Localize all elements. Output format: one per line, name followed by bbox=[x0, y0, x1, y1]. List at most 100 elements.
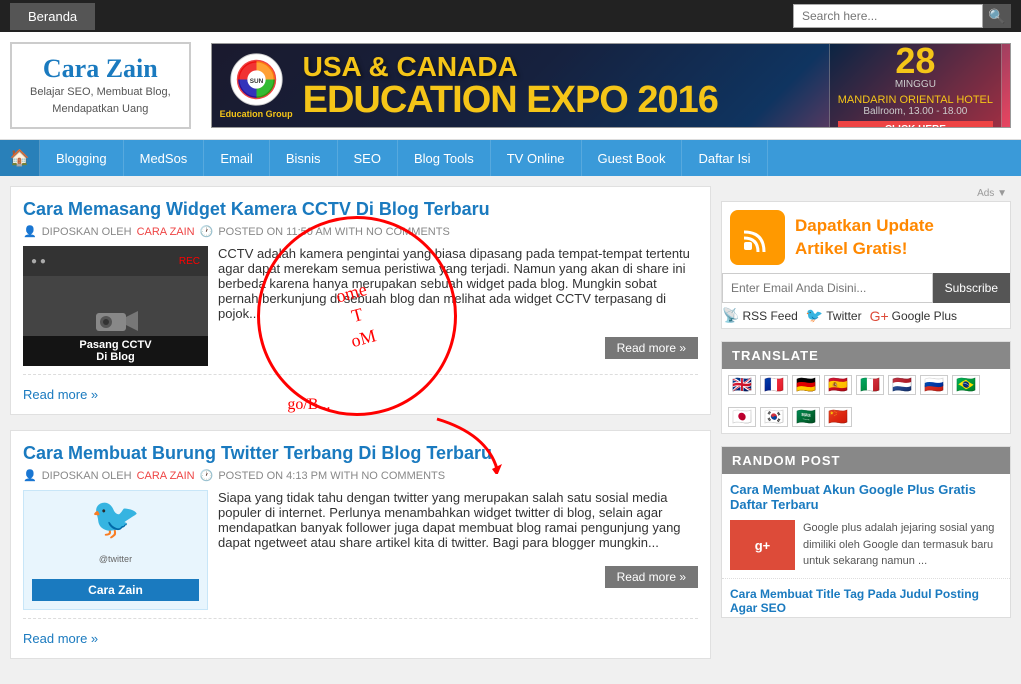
svg-text:SUN: SUN bbox=[249, 78, 263, 85]
flag-nl[interactable]: 🇳🇱 bbox=[888, 375, 916, 395]
banner-hotel: MANDARIN ORIENTAL HOTEL bbox=[838, 94, 993, 106]
nav-item-bisnis[interactable]: Bisnis bbox=[270, 140, 338, 176]
banner-mid: USA & CANADA EDUCATION EXPO 2016 bbox=[303, 53, 829, 119]
rss-label: RSS Feed bbox=[742, 309, 797, 323]
twitter-label: Cara Zain bbox=[32, 579, 199, 601]
banner-left: SUN SUN Education Group bbox=[220, 52, 293, 119]
article-1-meta-prefix: DIPOSKAN OLEH bbox=[42, 226, 132, 238]
article-1-read-more-btn[interactable]: Read more » bbox=[605, 337, 698, 359]
article-2-body: 🐦 @twitter Cara Zain Siapa yang tidak ta… bbox=[23, 490, 698, 610]
email-subscribe: Subscribe bbox=[722, 273, 1010, 303]
flag-br[interactable]: 🇧🇷 bbox=[952, 375, 980, 395]
article-1-text: CCTV adalah kamera pengintai yang biasa … bbox=[218, 246, 698, 321]
rss-svg-icon bbox=[742, 222, 774, 254]
gplus-link[interactable]: G+ Google Plus bbox=[870, 308, 957, 324]
nav-home-icon[interactable]: 🏠 bbox=[0, 140, 40, 176]
subscribe-header: Dapatkan UpdateArtikel Gratis! bbox=[722, 202, 1010, 273]
twitter-link[interactable]: 🐦 Twitter bbox=[806, 307, 862, 324]
banner-subtitle-text: EDUCATION EXPO 2016 bbox=[303, 79, 718, 121]
search-button[interactable]: 🔍 bbox=[983, 4, 1011, 28]
sidebar: Ads ▼ Dapatkan UpdateArtikel Gratis! Sub… bbox=[721, 186, 1011, 674]
article-1-read-more-link[interactable]: Read more » bbox=[23, 387, 98, 402]
cctv-screen: Pasang CCTV Di Blog bbox=[23, 276, 208, 366]
content-area: Cara Memasang Widget Kamera CCTV Di Blog… bbox=[10, 186, 711, 674]
flag-es[interactable]: 🇪🇸 bbox=[824, 375, 852, 395]
flag-cn[interactable]: 🇨🇳 bbox=[824, 407, 852, 427]
banner-date: 28 bbox=[838, 43, 993, 79]
article-2-read-more-link[interactable]: Read more » bbox=[23, 631, 98, 646]
banner-edu-label: Education Group bbox=[220, 109, 293, 119]
cctv-indicator-1: ● ● bbox=[31, 256, 46, 267]
flag-ru[interactable]: 🇷🇺 bbox=[920, 375, 948, 395]
logo-subtitle: Belajar SEO, Membuat Blog,Mendapatkan Ua… bbox=[30, 84, 171, 117]
search-icon: 🔍 bbox=[988, 8, 1005, 25]
article-1: Cara Memasang Widget Kamera CCTV Di Blog… bbox=[10, 186, 711, 415]
article-2-read-more-btn[interactable]: Read more » bbox=[605, 566, 698, 588]
main-layout: Cara Memasang Widget Kamera CCTV Di Blog… bbox=[0, 176, 1021, 684]
nav-item-daftarisi[interactable]: Daftar Isi bbox=[682, 140, 767, 176]
article-1-title[interactable]: Cara Memasang Widget Kamera CCTV Di Blog… bbox=[23, 199, 698, 220]
flag-fr[interactable]: 🇫🇷 bbox=[760, 375, 788, 395]
cctv-top-bar: ● ● REC bbox=[23, 246, 208, 276]
nav-item-tvonline[interactable]: TV Online bbox=[491, 140, 582, 176]
user-icon: 👤 bbox=[23, 225, 37, 238]
article-1-footer: Read more » bbox=[23, 374, 698, 402]
email-input[interactable] bbox=[722, 273, 933, 303]
random-post-1-title[interactable]: Cara Membuat Akun Google Plus Gratis Daf… bbox=[722, 474, 1010, 516]
nav-item-email[interactable]: Email bbox=[204, 140, 270, 176]
translate-widget: TRANSLATE 🇬🇧 🇫🇷 🇩🇪 🇪🇸 🇮🇹 🇳🇱 🇷🇺 🇧🇷 🇯🇵 🇰🇷 … bbox=[721, 341, 1011, 434]
article-1-meta: 👤 DIPOSKAN OLEH CARA ZAIN 🕐 POSTED ON 11… bbox=[23, 225, 698, 238]
article-2-meta-posted: POSTED ON 4:13 PM WITH NO COMMENTS bbox=[218, 470, 445, 482]
article-2-author[interactable]: CARA ZAIN bbox=[137, 470, 195, 482]
cctv-indicator-2: REC bbox=[179, 256, 200, 267]
banner-day-label: MINGGU bbox=[838, 79, 993, 90]
rss-feed-link[interactable]: 📡 RSS Feed bbox=[722, 307, 798, 324]
twitter-label: Twitter bbox=[826, 309, 861, 323]
article-2: Cara Membuat Burung Twitter Terbang Di B… bbox=[10, 430, 711, 659]
random-post-2-title[interactable]: Cara Membuat Title Tag Pada Judul Postin… bbox=[722, 579, 1010, 617]
home-tab[interactable]: Beranda bbox=[10, 3, 95, 30]
article-2-thumbnail: 🐦 @twitter Cara Zain bbox=[23, 490, 208, 610]
clock-icon: 🕐 bbox=[200, 225, 214, 238]
flag-jp[interactable]: 🇯🇵 bbox=[728, 407, 756, 427]
flag-uk[interactable]: 🇬🇧 bbox=[728, 375, 756, 395]
nav-item-guestbook[interactable]: Guest Book bbox=[582, 140, 683, 176]
subscribe-button[interactable]: Subscribe bbox=[933, 273, 1010, 303]
article-2-text: Siapa yang tidak tahu dengan twitter yan… bbox=[218, 490, 698, 550]
nav-bar: 🏠 Blogging MedSos Email Bisnis SEO Blog … bbox=[0, 140, 1021, 176]
nav-item-blogging[interactable]: Blogging bbox=[40, 140, 124, 176]
search-input[interactable] bbox=[793, 4, 983, 28]
article-1-meta-posted: POSTED ON 11:50 AM WITH NO COMMENTS bbox=[218, 226, 449, 238]
article-2-title[interactable]: Cara Membuat Burung Twitter Terbang Di B… bbox=[23, 443, 698, 464]
nav-item-medsos[interactable]: MedSos bbox=[124, 140, 205, 176]
flag-row-1: 🇬🇧 🇫🇷 🇩🇪 🇪🇸 🇮🇹 🇳🇱 🇷🇺 🇧🇷 bbox=[722, 369, 1010, 401]
flag-de[interactable]: 🇩🇪 bbox=[792, 375, 820, 395]
nav-item-blogtools[interactable]: Blog Tools bbox=[398, 140, 491, 176]
gplus-thumb-icon: g+ bbox=[755, 538, 771, 553]
search-form: 🔍 bbox=[793, 4, 1011, 28]
nav-item-seo[interactable]: SEO bbox=[338, 140, 398, 176]
subscribe-widget: Dapatkan UpdateArtikel Gratis! Subscribe… bbox=[721, 201, 1011, 329]
flag-row-2: 🇯🇵 🇰🇷 🇸🇦 🇨🇳 bbox=[722, 401, 1010, 433]
random-post-1-text: Google plus adalah jejaring sosial yang … bbox=[803, 520, 1002, 570]
translate-header: TRANSLATE bbox=[722, 342, 1010, 369]
twitter-small-icon: 🐦 bbox=[806, 307, 823, 324]
flag-sa[interactable]: 🇸🇦 bbox=[792, 407, 820, 427]
banner-ad[interactable]: SUN SUN Education Group USA & CANADA EDU… bbox=[211, 43, 1011, 128]
banner-cta-button[interactable]: CLICK HERE bbox=[838, 121, 993, 128]
random-post-widget: RANDOM POST Cara Membuat Akun Google Plu… bbox=[721, 446, 1011, 618]
banner-time: Ballroom, 13.00 - 18.00 bbox=[838, 106, 993, 117]
twitter-small-text: @twitter bbox=[99, 554, 132, 564]
article-2-meta-prefix: DIPOSKAN OLEH bbox=[42, 470, 132, 482]
flag-it[interactable]: 🇮🇹 bbox=[856, 375, 884, 395]
rss-small-icon: 📡 bbox=[722, 307, 739, 324]
cctv-label: Pasang CCTV Di Blog bbox=[23, 336, 208, 366]
article-1-author[interactable]: CARA ZAIN bbox=[137, 226, 195, 238]
banner-subtitle: EDUCATION EXPO 2016 bbox=[303, 81, 829, 119]
logo-title[interactable]: Cara Zain bbox=[30, 54, 171, 84]
logo-box: Cara Zain Belajar SEO, Membuat Blog,Mend… bbox=[10, 42, 191, 129]
sun-logo-icon: SUN SUN bbox=[229, 52, 284, 107]
flag-kr[interactable]: 🇰🇷 bbox=[760, 407, 788, 427]
banner-right: FEBRUARI 28 MINGGU MANDARIN ORIENTAL HOT… bbox=[829, 43, 1002, 128]
rss-icon-big bbox=[730, 210, 785, 265]
